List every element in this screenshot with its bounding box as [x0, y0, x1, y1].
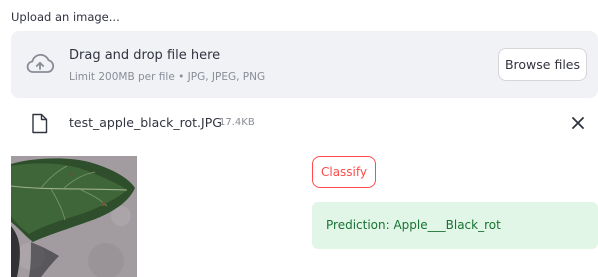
- close-icon[interactable]: [570, 115, 586, 131]
- uploader-label: Upload an image...: [11, 10, 120, 24]
- dropzone-title: Drag and drop file here: [69, 48, 221, 63]
- dropzone-hint: Limit 200MB per file • JPG, JPEG, PNG: [69, 71, 266, 83]
- app-root: Upload an image... Drag and drop file he…: [0, 0, 598, 277]
- classify-button[interactable]: Classify: [312, 156, 376, 188]
- uploaded-leaf-image: [11, 156, 137, 277]
- browse-files-button[interactable]: Browse files: [498, 48, 587, 81]
- file-dropzone[interactable]: Drag and drop file here Limit 200MB per …: [11, 31, 598, 98]
- file-name: test_apple_black_rot.JPG: [69, 115, 222, 130]
- prediction-text: Prediction: Apple___Black_rot: [326, 218, 501, 232]
- file-size: 17.4KB: [219, 117, 255, 128]
- uploaded-file-row: test_apple_black_rot.JPG 17.4KB: [0, 108, 598, 140]
- cloud-upload-icon: [26, 53, 55, 73]
- prediction-alert: Prediction: Apple___Black_rot: [312, 202, 598, 249]
- file-icon: [32, 113, 48, 134]
